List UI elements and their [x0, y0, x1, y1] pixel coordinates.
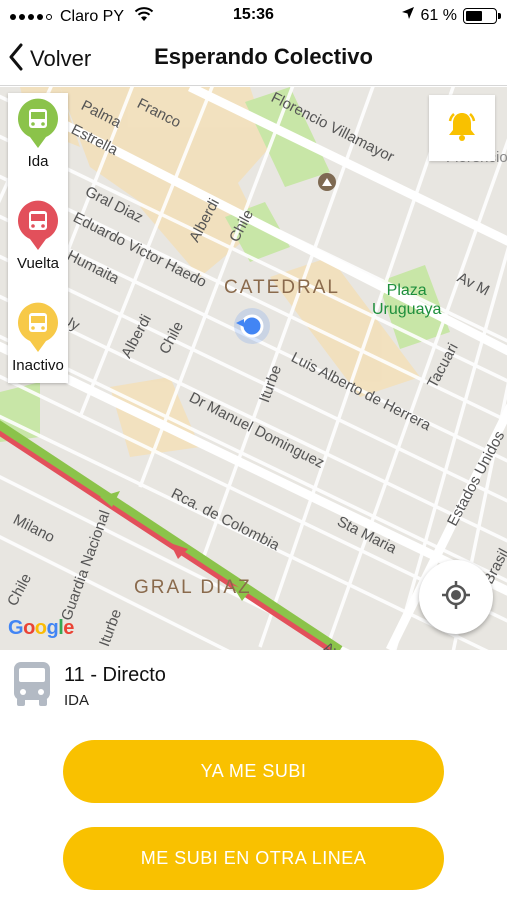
carrier-label: Claro PY [60, 7, 125, 25]
bus-pin-green-icon [16, 97, 60, 149]
map-label-catedral: CATEDRAL [224, 277, 340, 298]
bus-icon [12, 660, 52, 713]
notification-bell-button[interactable] [429, 95, 495, 161]
navigation-bar: Volver Esperando Colectivo [0, 32, 507, 86]
back-label: Volver [30, 46, 92, 71]
app-screen: Claro PY 15:36 61 % Volver Esperando Col… [0, 0, 507, 900]
bus-pin-yellow-icon [16, 301, 60, 353]
legend-item-vuelta: Vuelta [8, 199, 68, 272]
map-label-gral-diaz-area: GRAL DIAZ [134, 577, 252, 598]
crosshair-icon [441, 580, 471, 615]
google-logo: Google [8, 617, 74, 639]
route-name: 11 - Directo [64, 664, 166, 686]
boarded-other-line-button[interactable]: ME SUBI EN OTRA LINEA [63, 827, 444, 890]
battery-icon [463, 7, 501, 24]
status-bar: Claro PY 15:36 61 % [0, 0, 507, 32]
chevron-left-icon [8, 43, 24, 76]
bus-pin-red-icon [16, 199, 60, 251]
legend-label-inactivo: Inactivo [12, 357, 64, 374]
bus-status-legend: Ida Vuelta Inactivo [8, 93, 68, 383]
route-info-panel: 11 - Directo IDA [0, 650, 507, 720]
signal-strength-icon [10, 13, 52, 20]
route-direction: IDA [64, 692, 90, 709]
back-button[interactable]: Volver [8, 40, 91, 78]
bell-icon [445, 109, 479, 148]
legend-label-ida: Ida [27, 153, 49, 170]
legend-label-vuelta: Vuelta [17, 255, 59, 272]
map-view[interactable]: Palma Estrella Gral Diaz Eduardo Victor … [0, 87, 507, 650]
map-label-plaza-uruguaya: Plaza Uruguaya [372, 282, 442, 318]
wifi-icon [134, 6, 154, 27]
location-arrow-icon [401, 6, 415, 25]
boarded-button[interactable]: YA ME SUBI [63, 740, 444, 803]
battery-percent: 61 % [420, 6, 457, 24]
my-location-button[interactable] [419, 560, 493, 634]
battery-fill [466, 10, 483, 21]
legend-item-inactivo: Inactivo [8, 301, 68, 374]
legend-item-ida: Ida [8, 97, 68, 170]
